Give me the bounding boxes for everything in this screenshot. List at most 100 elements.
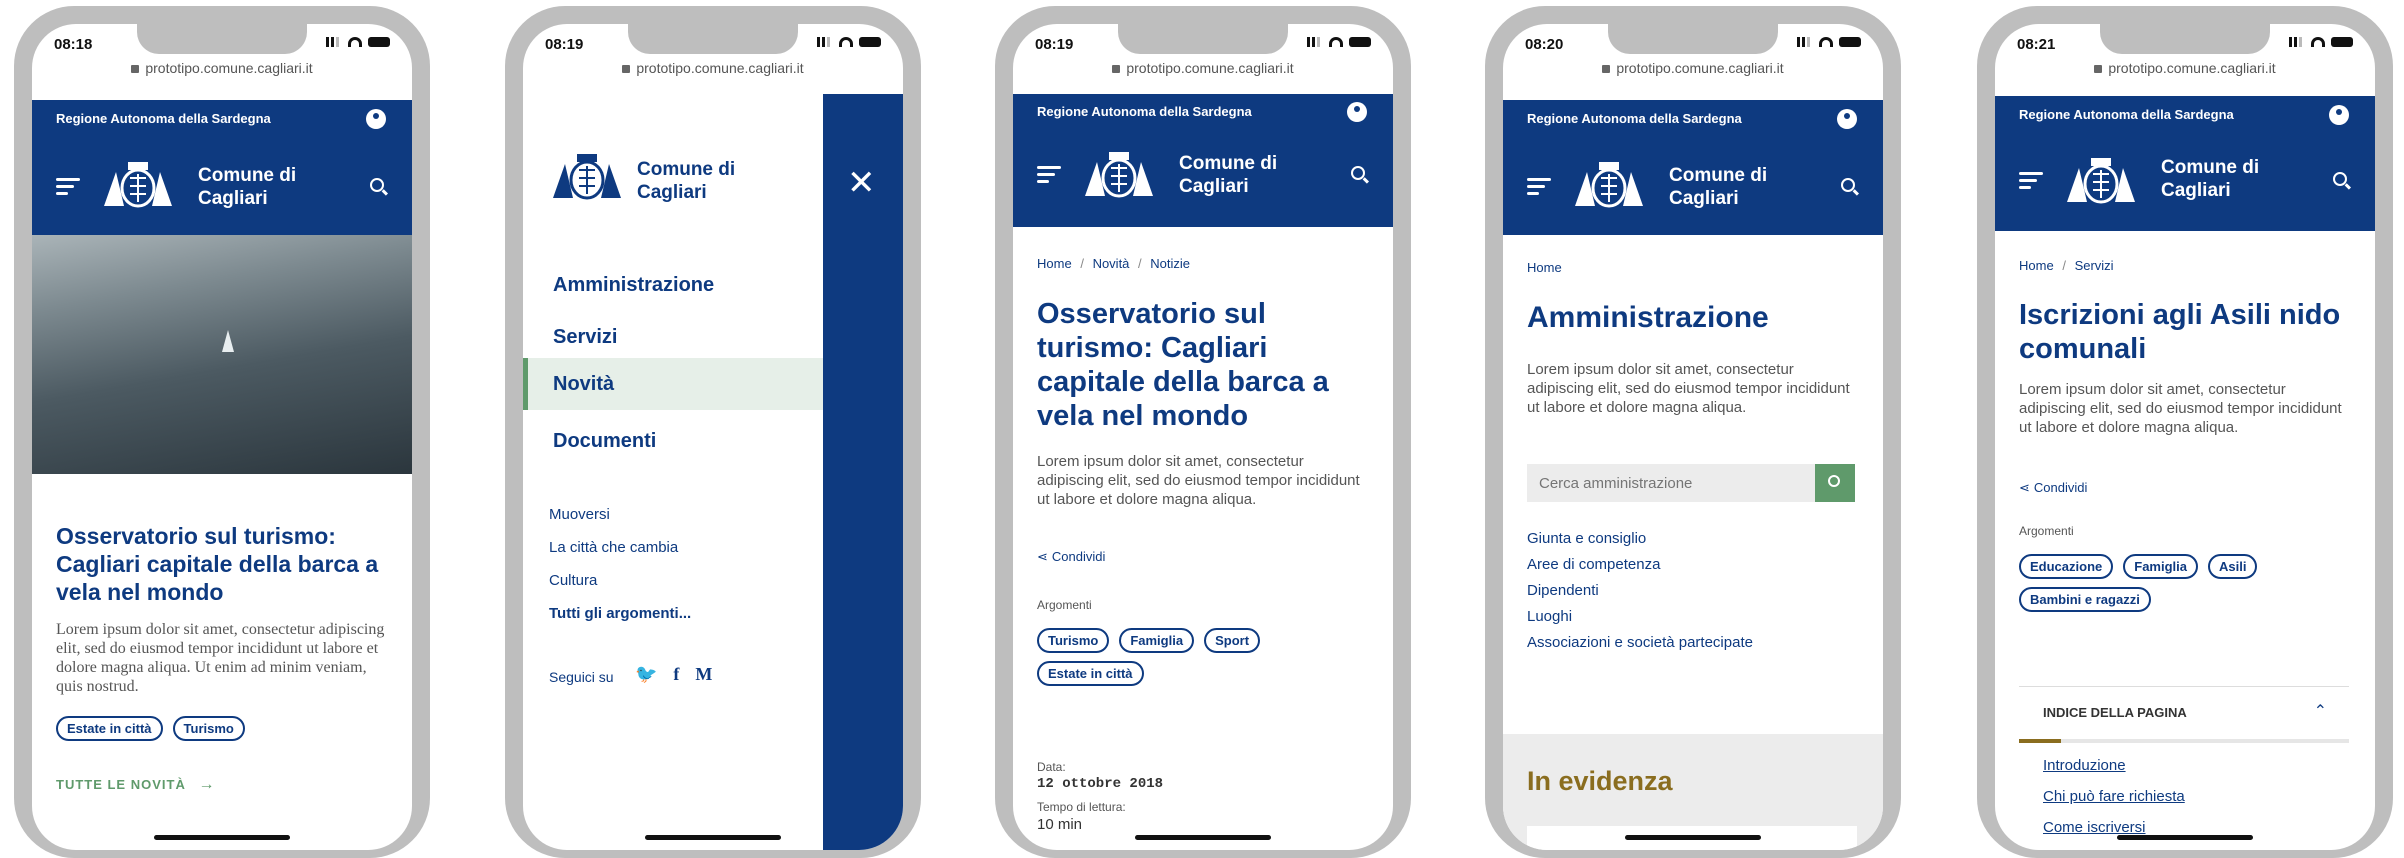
notch xyxy=(628,24,798,54)
battery-icon xyxy=(1839,37,1861,47)
close-icon[interactable]: ✕ xyxy=(847,166,876,200)
share-link[interactable]: ⋖ Condividi xyxy=(2019,480,2087,496)
wifi-icon xyxy=(1819,37,1833,47)
highlight-title: In evidenza xyxy=(1527,766,1673,796)
site-brand[interactable]: Comune di Cagliari xyxy=(1179,152,1277,198)
index-link[interactable]: Come iscriversi xyxy=(2043,819,2349,836)
breadcrumb-item[interactable]: Home xyxy=(1527,260,1562,275)
tag-chip[interactable]: Turismo xyxy=(172,716,245,741)
news-title[interactable]: Osservatorio sul turismo: Cagliari capit… xyxy=(56,522,386,606)
share-link[interactable]: ⋖ Condividi xyxy=(1037,549,1105,565)
topic-link[interactable]: Cultura xyxy=(549,572,597,589)
screen: 08:19 prototipo.comune.cagliari.it Regio… xyxy=(1013,24,1393,850)
all-topics-link[interactable]: Tutti gli argomenti... xyxy=(549,605,691,622)
tag-list: Educazione Famiglia Asili Bambini e ragazzi xyxy=(2019,554,2359,620)
search-button[interactable] xyxy=(1815,464,1855,502)
tag-chip[interactable]: Famiglia xyxy=(2123,554,2198,579)
menu-icon[interactable] xyxy=(56,178,80,196)
wifi-icon xyxy=(348,37,362,47)
user-icon[interactable] xyxy=(366,109,386,129)
lock-icon xyxy=(2094,65,2103,73)
admin-link[interactable]: Aree di competenza xyxy=(1527,552,1753,578)
admin-link[interactable]: Giunta e consiglio xyxy=(1527,526,1753,552)
admin-link[interactable]: Associazioni e società partecipate xyxy=(1527,630,1753,656)
address-bar[interactable]: prototipo.comune.cagliari.it xyxy=(1013,60,1393,82)
user-icon[interactable] xyxy=(1837,109,1857,129)
page-index-progress xyxy=(2019,739,2061,743)
topic-link[interactable]: Muoversi xyxy=(549,506,610,523)
address-bar[interactable]: prototipo.comune.cagliari.it xyxy=(1995,60,2375,82)
facebook-icon[interactable]: f xyxy=(673,664,679,685)
site-brand[interactable]: Comune di Cagliari xyxy=(198,164,296,210)
tag-chip[interactable]: Asili xyxy=(2208,554,2258,579)
highlight-section: In evidenza xyxy=(1503,734,1883,850)
twitter-icon[interactable]: 🐦 xyxy=(635,664,657,685)
region-name[interactable]: Regione Autonoma della Sardegna xyxy=(2019,107,2234,122)
search-icon[interactable] xyxy=(2333,172,2347,186)
admin-link[interactable]: Luoghi xyxy=(1527,604,1753,630)
region-name[interactable]: Regione Autonoma della Sardegna xyxy=(56,111,271,126)
tag-chip[interactable]: Turismo xyxy=(1037,628,1110,653)
screen: 08:21 prototipo.comune.cagliari.it Regio… xyxy=(1995,24,2375,850)
news-excerpt: Lorem ipsum dolor sit amet, consectetur … xyxy=(56,621,385,695)
search-icon[interactable] xyxy=(1841,178,1855,192)
menu-item-documenti[interactable]: Documenti xyxy=(523,421,823,461)
home-indicator xyxy=(2117,835,2253,840)
address-bar[interactable]: prototipo.comune.cagliari.it xyxy=(1503,60,1883,82)
menu-item-novita-active[interactable]: Novità xyxy=(523,358,823,410)
page-lead: Lorem ipsum dolor sit amet, consectetur … xyxy=(1037,453,1360,508)
site-brand[interactable]: Comune di Cagliari xyxy=(1669,164,1767,210)
url-text: prototipo.comune.cagliari.it xyxy=(636,60,804,76)
menu-icon[interactable] xyxy=(2019,172,2043,190)
menu-icon[interactable] xyxy=(1527,178,1551,196)
user-icon[interactable] xyxy=(2329,105,2349,125)
home-indicator xyxy=(1135,835,1271,840)
breadcrumb-item[interactable]: Home xyxy=(2019,258,2054,273)
address-bar[interactable]: prototipo.comune.cagliari.it xyxy=(523,60,903,82)
medium-icon[interactable]: M xyxy=(695,664,712,685)
region-name[interactable]: Regione Autonoma della Sardegna xyxy=(1527,111,1742,126)
tag-chip[interactable]: Educazione xyxy=(2019,554,2114,579)
site-brand[interactable]: Comune di Cagliari xyxy=(2161,156,2259,202)
tag-chip[interactable]: Estate in città xyxy=(1037,661,1144,686)
chevron-up-icon: ⌃ xyxy=(2313,703,2327,720)
menu-item-amministrazione[interactable]: Amministrazione xyxy=(523,265,823,305)
page-index: INDICE DELLA PAGINA ⌃ Introduzione Chi p… xyxy=(2019,686,2349,836)
menu-item-servizi[interactable]: Servizi xyxy=(523,317,823,357)
follow-label: Seguici su xyxy=(549,669,614,685)
tag-chip[interactable]: Famiglia xyxy=(1119,628,1195,653)
search-icon[interactable] xyxy=(1351,166,1365,180)
region-bar: Regione Autonoma della Sardegna xyxy=(1503,100,1883,138)
topics-label: Argomenti xyxy=(2019,524,2074,538)
page-lead: Lorem ipsum dolor sit amet, consectetur … xyxy=(1527,361,1850,416)
user-icon[interactable] xyxy=(1347,102,1367,122)
signal-icon xyxy=(817,37,833,47)
battery-icon xyxy=(368,37,390,47)
address-bar[interactable]: prototipo.comune.cagliari.it xyxy=(32,60,412,82)
breadcrumb-item[interactable]: Home xyxy=(1037,256,1072,271)
tag-chip[interactable]: Bambini e ragazzi xyxy=(2019,587,2151,612)
coat-of-arms-icon xyxy=(1085,152,1153,198)
menu-icon[interactable] xyxy=(1037,166,1061,184)
topic-link[interactable]: La città che cambia xyxy=(549,539,678,556)
breadcrumb-item[interactable]: Notizie xyxy=(1150,256,1190,271)
admin-link[interactable]: Dipendenti xyxy=(1527,578,1753,604)
index-link[interactable]: Introduzione xyxy=(2043,757,2349,774)
coat-of-arms-icon xyxy=(2067,158,2135,204)
site-brand[interactable]: Comune di Cagliari xyxy=(637,158,735,204)
screen: 08:19 prototipo.comune.cagliari.it ✕ Com… xyxy=(523,24,903,850)
search-input[interactable] xyxy=(1527,464,1815,502)
page-index-header[interactable]: INDICE DELLA PAGINA ⌃ xyxy=(2019,686,2349,743)
breadcrumb-item[interactable]: Servizi xyxy=(2075,258,2114,273)
search-icon[interactable] xyxy=(370,178,384,192)
tag-chip[interactable]: Estate in città xyxy=(56,716,163,741)
battery-icon xyxy=(1349,37,1371,47)
breadcrumb-item[interactable]: Novità xyxy=(1093,256,1130,271)
tag-chip[interactable]: Sport xyxy=(1204,628,1261,653)
index-link[interactable]: Chi può fare richiesta xyxy=(2043,788,2349,805)
battery-icon xyxy=(2331,37,2353,47)
region-name[interactable]: Regione Autonoma della Sardegna xyxy=(1037,104,1252,119)
lock-icon xyxy=(131,65,140,73)
all-news-link[interactable]: TUTTE LE NOVITÀ → xyxy=(56,776,215,794)
tag-list: Estate in città Turismo xyxy=(56,716,396,749)
